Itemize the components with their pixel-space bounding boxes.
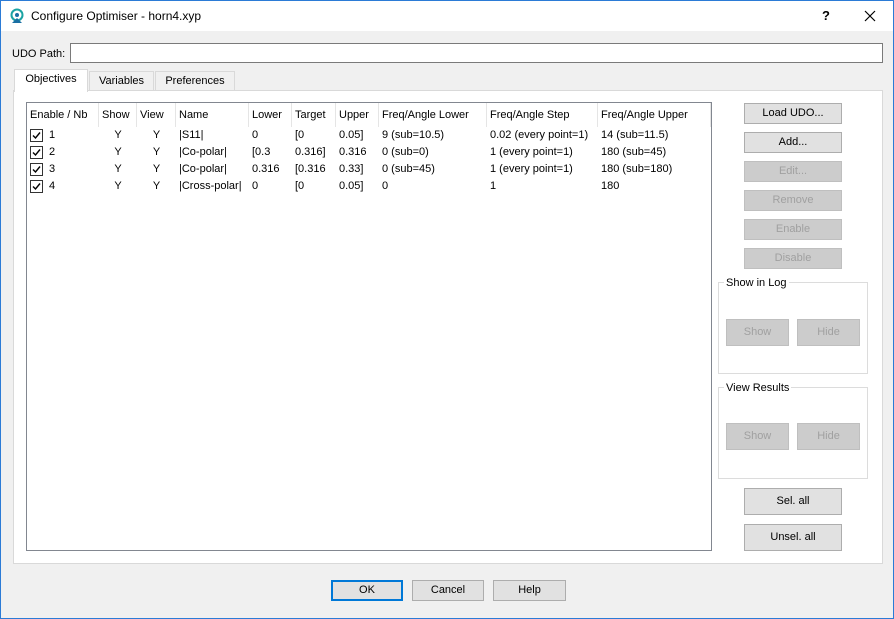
table-row[interactable]: 2 Y Y |Co-polar| [0.3 0.316] 0.316 0 (su… <box>27 144 711 161</box>
target-cell: [0.316 <box>295 163 326 175</box>
enable-checkbox[interactable] <box>30 129 43 142</box>
name-cell: |Co-polar| <box>179 163 227 175</box>
enable-button[interactable]: Enable <box>744 219 842 240</box>
table-row[interactable]: 3 Y Y |Co-polar| 0.316 [0.316 0.33] 0 (s… <box>27 161 711 178</box>
check-icon <box>32 149 41 157</box>
objectives-table[interactable]: Enable / Nb Show View Name Lower Target … <box>26 102 712 551</box>
name-cell: |Cross-polar| <box>179 180 242 192</box>
name-cell: |Co-polar| <box>179 146 227 158</box>
column-header-lower[interactable]: Lower <box>249 103 292 127</box>
column-header-freq-angle-step[interactable]: Freq/Angle Step <box>487 103 598 127</box>
target-cell: 0.316] <box>295 146 326 158</box>
select-all-button[interactable]: Sel. all <box>744 488 842 515</box>
udo-path-input[interactable] <box>70 43 883 63</box>
lower-cell: [0.3 <box>252 146 271 158</box>
freq-angle-lower-cell: 0 (sub=45) <box>382 163 435 175</box>
show-in-log-label: Show in Log <box>724 277 789 289</box>
tab-label: Preferences <box>165 75 225 87</box>
freq-angle-lower-cell: 9 (sub=10.5) <box>382 129 445 141</box>
remove-button[interactable]: Remove <box>744 190 842 211</box>
log-show-button[interactable]: Show <box>726 319 789 346</box>
freq-angle-step-cell: 1 <box>490 180 497 192</box>
freq-angle-upper-cell: 180 (sub=45) <box>601 146 667 158</box>
freq-angle-step-cell: 0.02 (every point=1) <box>490 129 589 141</box>
ok-button[interactable]: OK <box>331 580 403 601</box>
cancel-button[interactable]: Cancel <box>412 580 484 601</box>
unselect-all-button[interactable]: Unsel. all <box>744 524 842 551</box>
show-cell: Y <box>114 146 122 158</box>
help-question-icon: ? <box>822 8 830 23</box>
edit-button[interactable]: Edit... <box>744 161 842 182</box>
help-button[interactable]: Help <box>493 580 566 601</box>
title-close-button[interactable] <box>847 1 893 31</box>
row-number: 4 <box>49 180 56 192</box>
freq-angle-upper-cell: 14 (sub=11.5) <box>601 129 669 141</box>
column-header-enable-nb[interactable]: Enable / Nb <box>27 103 99 127</box>
results-show-button[interactable]: Show <box>726 423 789 450</box>
upper-cell: 0.05] <box>339 129 364 141</box>
freq-angle-upper-cell: 180 <box>601 180 620 192</box>
check-icon <box>32 166 41 174</box>
column-header-show[interactable]: Show <box>99 103 137 127</box>
configure-optimiser-dialog: Configure Optimiser - horn4.xyp ? UDO Pa… <box>0 0 894 619</box>
show-cell: Y <box>114 163 122 175</box>
check-icon <box>32 183 41 191</box>
row-number: 2 <box>49 146 56 158</box>
window-title: Configure Optimiser - horn4.xyp <box>31 9 202 23</box>
check-icon <box>32 132 41 140</box>
results-hide-button[interactable]: Hide <box>797 423 860 450</box>
lower-cell: 0 <box>252 129 259 141</box>
target-cell: [0 <box>295 180 305 192</box>
name-cell: |S11| <box>179 129 204 141</box>
load-udo-button[interactable]: Load UDO... <box>744 103 842 124</box>
view-cell: Y <box>152 146 161 158</box>
show-cell: Y <box>114 129 122 141</box>
show-cell: Y <box>114 180 122 192</box>
enable-checkbox[interactable] <box>30 146 43 159</box>
enable-checkbox[interactable] <box>30 163 43 176</box>
tab-objectives[interactable]: Objectives <box>14 69 88 92</box>
freq-angle-lower-cell: 0 (sub=0) <box>382 146 429 158</box>
table-row[interactable]: 4 Y Y |Cross-polar| 0 [0 0.05] 0 1 180 <box>27 178 711 195</box>
tab-variables[interactable]: Variables <box>89 71 154 92</box>
title-bar[interactable]: Configure Optimiser - horn4.xyp ? <box>1 1 893 31</box>
tab-label: Variables <box>98 75 145 87</box>
target-cell: [0 <box>295 129 305 141</box>
row-number: 1 <box>49 129 56 141</box>
tab-preferences[interactable]: Preferences <box>155 71 235 92</box>
disable-button[interactable]: Disable <box>744 248 842 269</box>
udo-path-label: UDO Path: <box>12 48 66 60</box>
upper-cell: 0.316 <box>339 146 367 158</box>
app-icon <box>9 8 25 24</box>
freq-angle-step-cell: 1 (every point=1) <box>490 163 573 175</box>
freq-angle-step-cell: 1 (every point=1) <box>490 146 573 158</box>
column-header-view[interactable]: View <box>137 103 176 127</box>
close-icon <box>864 10 876 22</box>
view-cell: Y <box>152 180 161 192</box>
lower-cell: 0.316 <box>252 163 280 175</box>
freq-angle-upper-cell: 180 (sub=180) <box>601 163 673 175</box>
table-row[interactable]: 1 Y Y |S11| 0 [0 0.05] 9 (sub=10.5) 0.02… <box>27 127 711 144</box>
column-header-name[interactable]: Name <box>176 103 249 127</box>
view-cell: Y <box>152 163 161 175</box>
view-cell: Y <box>152 129 161 141</box>
freq-angle-lower-cell: 0 <box>382 180 389 192</box>
upper-cell: 0.05] <box>339 180 364 192</box>
column-header-upper[interactable]: Upper <box>336 103 379 127</box>
row-number: 3 <box>49 163 56 175</box>
column-header-target[interactable]: Target <box>292 103 336 127</box>
upper-cell: 0.33] <box>339 163 364 175</box>
enable-checkbox[interactable] <box>30 180 43 193</box>
column-header-freq-angle-upper[interactable]: Freq/Angle Upper <box>598 103 711 127</box>
log-hide-button[interactable]: Hide <box>797 319 860 346</box>
column-header-freq-angle-lower[interactable]: Freq/Angle Lower <box>379 103 487 127</box>
view-results-label: View Results <box>724 382 792 394</box>
lower-cell: 0 <box>252 180 259 192</box>
add-button[interactable]: Add... <box>744 132 842 153</box>
tab-label: Objectives <box>25 73 77 85</box>
title-help-button[interactable]: ? <box>807 1 845 31</box>
